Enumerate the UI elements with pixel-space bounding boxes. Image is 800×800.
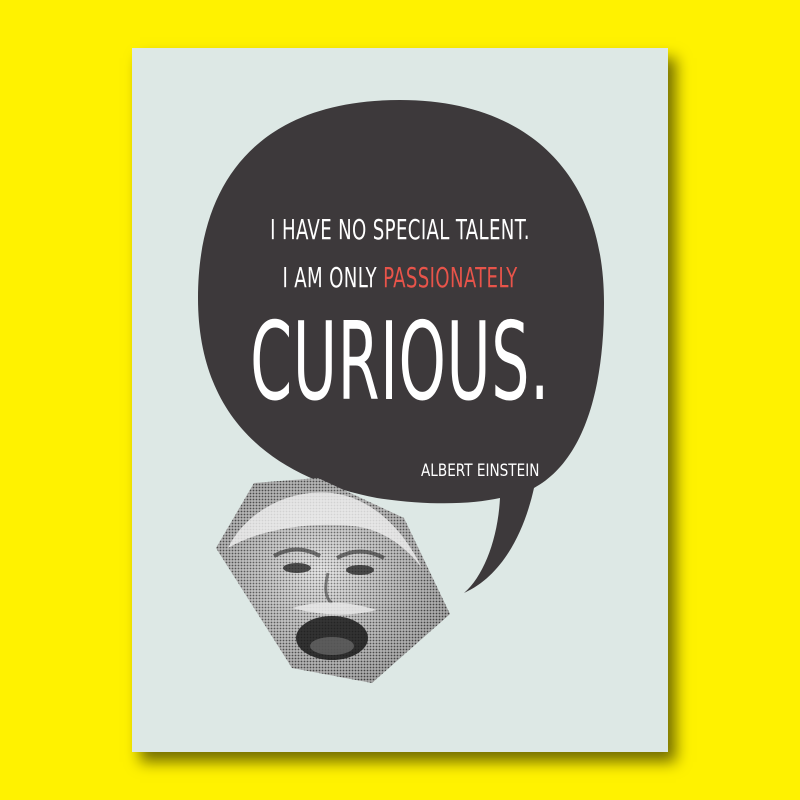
quote-line-1: I HAVE NO SPECIAL TALENT.	[270, 213, 530, 246]
portrait-photo	[216, 478, 450, 683]
quote-line-3: CURIOUS.	[250, 300, 550, 425]
quote-line-2-prefix: I AM ONLY	[282, 261, 377, 294]
poster: I HAVE NO SPECIAL TALENT. I AM ONLY PASS…	[132, 48, 668, 752]
quote-accent-word: PASSIONATELY	[383, 261, 518, 294]
quote-author: ALBERT EINSTEIN	[421, 461, 540, 481]
quote-line-2: I AM ONLY PASSIONATELY	[207, 261, 593, 294]
